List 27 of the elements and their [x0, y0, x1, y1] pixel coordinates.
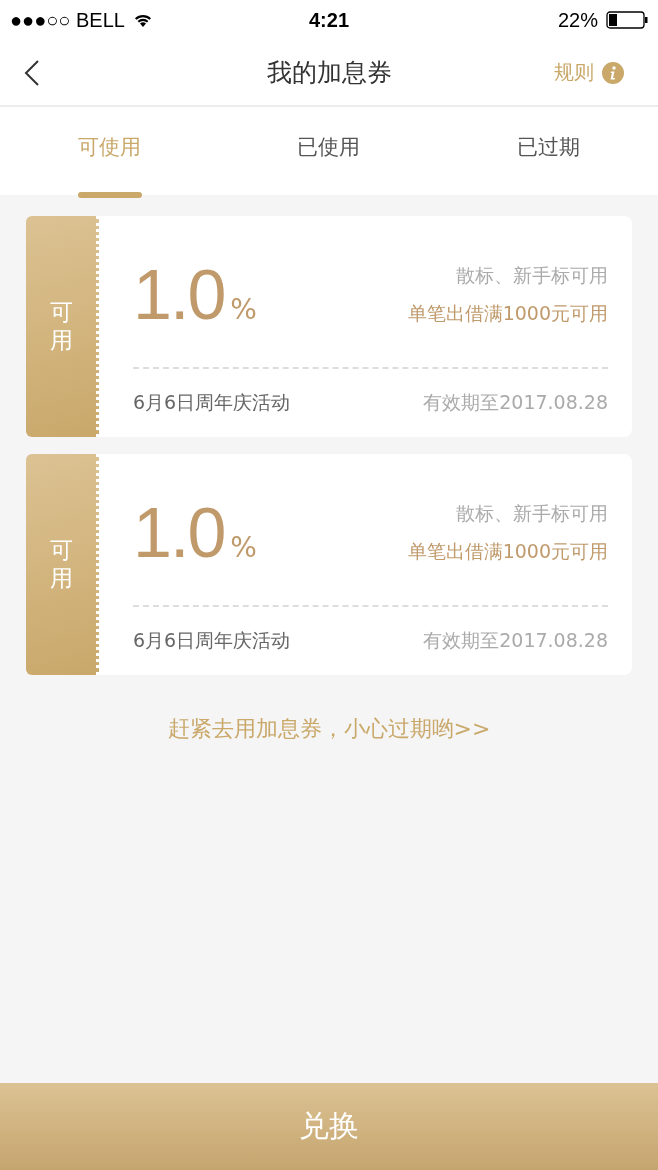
clock-time: 4:21: [309, 8, 349, 32]
source-text: 6月6日周年庆活动: [133, 628, 291, 653]
rate-unit: %: [230, 530, 257, 564]
scope-text: 散标、新手标可用: [456, 262, 608, 288]
rate-value: 1.0: [133, 254, 225, 335]
rate-unit: %: [230, 292, 257, 326]
status-label: 可用: [49, 536, 73, 593]
exchange-button[interactable]: 兑换: [0, 1083, 658, 1170]
wifi-icon: [132, 12, 153, 28]
scope-text: 散标、新手标可用: [456, 500, 608, 526]
condition-text: 单笔出借满1000元可用: [407, 300, 608, 326]
tab[interactable]: 已使用: [219, 107, 439, 195]
carrier-signal: ●●●○○ BELL: [10, 8, 125, 32]
expiry-text: 有效期至2017.08.28: [423, 628, 608, 653]
battery-percent: 22%: [557, 8, 598, 32]
page-title: 我的加息券: [266, 57, 392, 89]
rate-value: 1.0: [133, 492, 225, 573]
condition-text: 单笔出借满1000元可用: [407, 538, 608, 564]
back-icon[interactable]: [24, 58, 40, 87]
rules-link[interactable]: 规则: [554, 59, 594, 86]
tab[interactable]: 已过期: [438, 107, 658, 195]
status-label: 可用: [49, 298, 73, 355]
source-text: 6月6日周年庆活动: [133, 390, 291, 415]
tab[interactable]: 可使用: [0, 107, 220, 195]
expiry-text: 有效期至2017.08.28: [423, 390, 608, 415]
use-coupon-link[interactable]: 赶紧去用加息券，小心过期哟>>: [167, 714, 491, 744]
battery-icon: [606, 11, 648, 29]
